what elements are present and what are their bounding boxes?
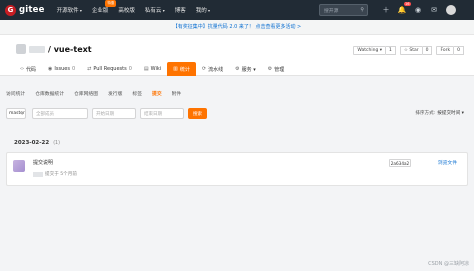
repo-name[interactable]: / vue-text	[48, 45, 92, 54]
location-icon[interactable]: ◉	[412, 4, 424, 16]
start-date-input[interactable]: 开始日期	[92, 108, 136, 119]
fork-count[interactable]: 0	[454, 46, 464, 55]
branch-select[interactable]: master	[6, 108, 26, 119]
subtab-network[interactable]: 仓库网络图	[74, 90, 98, 97]
repo-actions: Watching ▾ 1 ☆ Star 0 Fork 0	[353, 46, 464, 55]
sort-control: 排序方式: 按提交时间 ▾	[415, 110, 464, 116]
commit-message[interactable]: 提交说明	[33, 159, 53, 166]
notification-count: 16	[403, 2, 411, 6]
star-count[interactable]: 0	[422, 46, 433, 55]
gitee-logo[interactable]: G gitee	[5, 4, 45, 16]
statistics-subnav: 访问统计 仓库数据统计 仓库网络图 发行版 标签 提交 附件	[0, 86, 474, 100]
nav-education[interactable]: 高校版	[118, 6, 135, 14]
repo-title: / vue-text	[16, 44, 92, 54]
gear-icon: ⚙	[267, 66, 273, 72]
add-icon[interactable]: ＋	[380, 4, 392, 16]
end-date-input[interactable]: 结束日期	[140, 108, 184, 119]
tab-code[interactable]: ‹› 代码	[14, 62, 42, 76]
top-navbar: G gitee 开源软件 企业版特惠 高校版 私有云 博客 我的 搜开源 ⚲ ＋…	[0, 0, 474, 20]
commit-filters: master 全部成员 开始日期 结束日期 搜索	[6, 108, 207, 119]
sort-select[interactable]: 按提交时间 ▾	[437, 110, 464, 116]
repo-header: / vue-text Watching ▾ 1 ☆ Star 0 Fork 0 …	[0, 35, 474, 76]
commit-date-header: 2023-02-22 (1)	[0, 136, 474, 150]
csdn-watermark: CSDN @三缺阿凉	[428, 261, 469, 267]
tab-wiki[interactable]: ▤ Wiki	[138, 62, 167, 76]
code-icon: ‹›	[20, 66, 24, 72]
commit-row: 提交说明 提交于 5个月前 2a634a2 浏览文件	[6, 152, 468, 186]
search-input[interactable]: 搜开源 ⚲	[319, 4, 368, 16]
fork-button[interactable]: Fork	[436, 46, 455, 55]
repo-tabs: ‹› 代码 ◉ Issues 0 ⇄ Pull Requests 0 ▤ Wiki ▥ 统计 …	[14, 62, 290, 76]
nav-open-source[interactable]: 开源软件	[57, 6, 82, 14]
search-icon[interactable]: ⚲	[360, 7, 364, 13]
commit-meta: 提交于 5个月前	[33, 171, 77, 177]
search-button[interactable]: 搜索	[188, 108, 207, 119]
subtab-repo-data[interactable]: 仓库数据统计	[35, 90, 64, 97]
user-avatar[interactable]	[446, 5, 456, 15]
nav-private-cloud[interactable]: 私有云	[145, 6, 165, 14]
pr-count: 0	[128, 66, 132, 72]
gitee-logo-icon: G	[5, 4, 16, 16]
watch-count[interactable]: 1	[386, 46, 396, 55]
author-select[interactable]: 全部成员	[32, 108, 88, 119]
sort-label: 排序方式:	[415, 111, 436, 116]
commit-time: 提交于 5个月前	[45, 172, 77, 177]
commit-sha-button[interactable]: 2a634a2	[389, 159, 411, 167]
gitee-logo-text: gitee	[19, 5, 45, 15]
tab-statistics[interactable]: ▥ 统计	[167, 62, 196, 76]
chart-icon: ▥	[173, 66, 178, 72]
nav-enterprise[interactable]: 企业版 特惠	[92, 0, 117, 14]
tab-issues[interactable]: ◉ Issues 0	[42, 62, 81, 76]
tab-pipeline[interactable]: ⟳ 流水线	[196, 62, 229, 76]
subtab-visits[interactable]: 访问统计	[6, 90, 25, 97]
tab-pull-requests[interactable]: ⇄ Pull Requests 0	[81, 62, 138, 76]
tab-manage[interactable]: ⚙ 管理	[262, 62, 291, 76]
commit-author[interactable]	[33, 171, 43, 177]
tab-services[interactable]: ⚙ 服务 ▾	[229, 62, 262, 76]
message-icon[interactable]: ✉	[428, 4, 440, 16]
commit-date: 2023-02-22	[14, 140, 50, 146]
main-nav: 开源软件 企业版特惠 高校版 私有云 博客 我的	[57, 0, 220, 14]
top-icons: ＋ 🔔 16 ◉ ✉	[380, 2, 456, 16]
repo-owner-name[interactable]	[29, 45, 45, 53]
issues-count: 0	[71, 66, 76, 72]
browse-files-link[interactable]: 浏览文件	[438, 159, 457, 166]
nav-mine[interactable]: 我的	[196, 6, 210, 14]
subtab-tags[interactable]: 标签	[132, 90, 142, 97]
issues-icon: ◉	[48, 66, 53, 72]
repo-owner-avatar[interactable]	[16, 44, 26, 54]
search-placeholder: 搜开源	[324, 8, 339, 14]
subtab-attachments[interactable]: 附件	[172, 90, 182, 97]
nav-blog[interactable]: 博客	[175, 6, 186, 14]
pull-request-icon: ⇄	[87, 66, 92, 72]
promo-notice[interactable]: 【有奖征集中】抗量代码 2.0 来了！ 点击查看更多活动 >	[0, 20, 474, 35]
subtab-releases[interactable]: 发行版	[108, 90, 122, 97]
star-button[interactable]: ☆ Star	[399, 46, 423, 55]
pipeline-icon: ⟳	[201, 66, 207, 72]
promo-badge: 特惠	[105, 0, 117, 7]
subtab-commits[interactable]: 提交	[152, 90, 162, 97]
author-avatar[interactable]	[13, 160, 25, 172]
watch-button[interactable]: Watching ▾	[353, 46, 387, 55]
services-icon: ⚙	[235, 66, 240, 72]
bell-icon[interactable]: 🔔 16	[396, 2, 411, 16]
wiki-icon: ▤	[143, 66, 149, 72]
commit-day-count: (1)	[53, 140, 60, 146]
